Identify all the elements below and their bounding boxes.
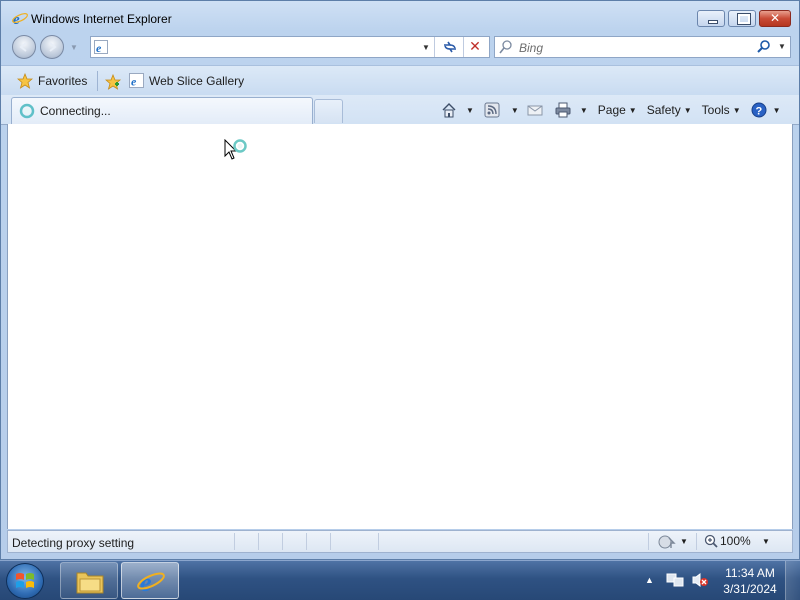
print-icon[interactable]: [555, 102, 571, 118]
favorites-separator: [97, 71, 98, 91]
back-button[interactable]: [12, 35, 36, 59]
page-menu-label: Page: [597, 103, 626, 117]
svg-text:?: ?: [755, 106, 762, 118]
close-button[interactable]: [759, 10, 791, 27]
feeds-dropdown[interactable]: ▼: [508, 106, 519, 115]
help-dropdown[interactable]: ▼: [770, 106, 781, 115]
windows-logo-icon: [16, 573, 34, 588]
folder-icon: [76, 572, 104, 594]
command-bar: ▼ ▼ ▼ Page ▼ Safety ▼ Tools ▼ ? ▼: [441, 100, 781, 120]
page-menu[interactable]: Page ▼: [598, 103, 637, 117]
zoom-magnifier-icon: [704, 534, 718, 548]
search-input[interactable]: [517, 38, 741, 58]
help-icon[interactable]: ?: [751, 102, 767, 118]
ie-taskbar-icon: e: [137, 568, 165, 595]
status-separator: [648, 533, 649, 550]
bing-search-icon: [499, 40, 512, 54]
search-options-dropdown[interactable]: ▼: [778, 42, 786, 51]
read-mail-icon[interactable]: [527, 102, 543, 118]
status-text: Detecting proxy setting: [12, 536, 135, 550]
address-separator: [434, 37, 435, 57]
caption-buttons: [694, 10, 791, 27]
security-zone-dropdown[interactable]: ▼: [680, 537, 688, 546]
ie-window: e Windows Internet Explorer ▼ e ▼ ✕: [0, 0, 800, 560]
forward-arrow-icon: [49, 42, 57, 52]
favorites-button[interactable]: Favorites: [17, 73, 87, 89]
page-icon: e: [94, 40, 108, 54]
security-zone-icon[interactable]: [657, 534, 677, 550]
address-separator-2: [463, 37, 464, 57]
status-separator: [282, 533, 283, 550]
status-bar: Detecting proxy setting ▼ 100% ▼: [7, 530, 793, 553]
maximize-button[interactable]: [728, 10, 756, 27]
status-separator: [306, 533, 307, 550]
status-separator: [258, 533, 259, 550]
address-dropdown[interactable]: ▼: [422, 43, 430, 52]
svg-text:e: e: [131, 75, 137, 89]
start-button[interactable]: [6, 563, 44, 599]
clock[interactable]: 11:34 AM 3/31/2024: [718, 565, 782, 597]
add-to-favorites-bar-icon[interactable]: [105, 73, 122, 90]
forward-button[interactable]: [40, 35, 64, 59]
volume-muted-icon[interactable]: [691, 572, 709, 588]
status-separator: [696, 533, 697, 550]
status-separator: [330, 533, 331, 550]
search-go-icon[interactable]: [756, 40, 772, 54]
taskbar-explorer-button[interactable]: [60, 562, 118, 599]
safety-menu[interactable]: Safety ▼: [647, 103, 692, 117]
svg-text:e: e: [96, 41, 102, 54]
web-slice-gallery-icon: e: [129, 73, 144, 88]
recent-pages-dropdown[interactable]: ▼: [70, 43, 78, 52]
favorites-star-icon: [17, 73, 33, 89]
title-bar[interactable]: e Windows Internet Explorer: [1, 1, 799, 33]
status-separator: [234, 533, 235, 550]
ie-logo-icon: e: [12, 12, 28, 26]
page-content[interactable]: [7, 124, 793, 529]
web-slice-gallery-link[interactable]: e Web Slice Gallery: [129, 73, 244, 88]
address-input[interactable]: [111, 38, 425, 58]
home-dropdown[interactable]: ▼: [463, 106, 474, 115]
clock-date: 3/31/2024: [723, 582, 777, 596]
taskbar: e ▲ 11:34 AM 3/31/2024: [0, 560, 800, 600]
stop-icon[interactable]: ✕: [467, 38, 483, 56]
web-slice-gallery-label: Web Slice Gallery: [149, 73, 245, 88]
address-bar: e ▼ ✕: [90, 36, 490, 58]
network-icon[interactable]: [666, 572, 684, 588]
tools-menu[interactable]: Tools ▼: [702, 103, 741, 117]
tab-label: Connecting...: [40, 104, 111, 118]
tab-row: Connecting... ▼ ▼ ▼ Page ▼ Safety ▼ Tool…: [1, 95, 799, 125]
safety-menu-label: Safety: [646, 103, 681, 117]
zoom-level: 100%: [720, 534, 751, 548]
refresh-icon[interactable]: [440, 39, 460, 55]
tools-menu-label: Tools: [701, 103, 730, 117]
show-desktop-button[interactable]: [785, 561, 800, 600]
new-tab-button[interactable]: [314, 99, 343, 123]
show-hidden-icons-button[interactable]: ▲: [645, 575, 654, 585]
status-separator: [378, 533, 379, 550]
home-icon[interactable]: [441, 102, 457, 118]
loading-spinner-icon: [19, 103, 35, 119]
window-title: Windows Internet Explorer: [31, 12, 172, 26]
favorites-label: Favorites: [38, 74, 88, 88]
busy-cursor-icon: [224, 139, 247, 160]
taskbar-ie-button[interactable]: e: [121, 562, 179, 599]
favorites-bar: Favorites e Web Slice Gallery: [1, 65, 799, 96]
print-dropdown[interactable]: ▼: [577, 106, 588, 115]
zoom-control[interactable]: 100%: [704, 534, 751, 548]
search-bar: ▼: [494, 36, 791, 58]
feeds-icon[interactable]: [484, 102, 500, 118]
minimize-button[interactable]: [697, 10, 725, 27]
zoom-dropdown[interactable]: ▼: [762, 537, 770, 546]
tab-connecting[interactable]: Connecting...: [11, 97, 313, 124]
back-arrow-icon: [19, 42, 27, 52]
clock-time: 11:34 AM: [725, 566, 775, 580]
